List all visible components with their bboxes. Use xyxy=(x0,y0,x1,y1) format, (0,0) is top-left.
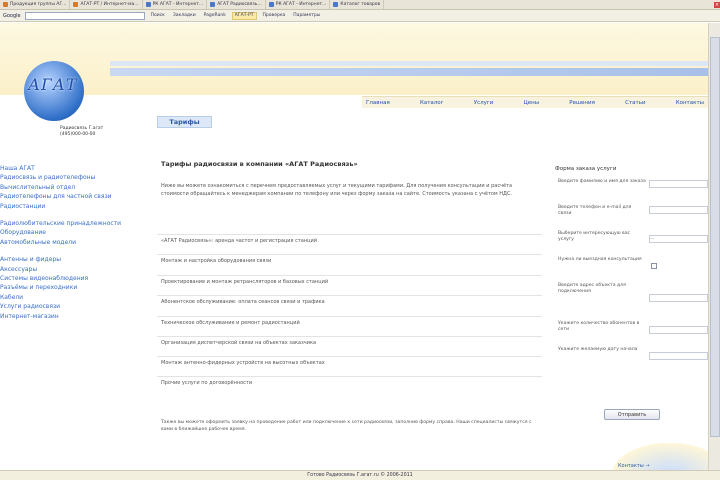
status-text: Готово Радиосвязь Г.агат.ru © 2006-2011 xyxy=(307,473,413,478)
service-row: «АГАТ Радиосвязь»: аренда частот и регис… xyxy=(157,234,542,247)
left-sidebar: Наша АГАТ Радиосвязь и радиотелефоны Выч… xyxy=(0,164,155,321)
name-field[interactable] xyxy=(649,180,708,188)
subscribers-field[interactable] xyxy=(649,326,708,334)
web-page: АГАТ Главная Каталог Услуги Цены Решения… xyxy=(0,23,708,475)
close-tab-icon[interactable]: × xyxy=(714,1,720,8)
site-favicon-icon xyxy=(73,2,79,7)
form-label: Укажите количество абонентов в сети xyxy=(558,321,640,333)
content-heading: Тарифы радиосвязи в компании «АГАТ Радио… xyxy=(161,160,358,168)
nav-link[interactable]: Услуги xyxy=(474,100,494,106)
browser-tab[interactable]: РК АГАТ - Интернет... xyxy=(143,0,208,9)
vertical-scrollbar[interactable] xyxy=(708,23,720,475)
service-row: Организация диспетчерской связи на объек… xyxy=(157,336,542,349)
tab-label: Каталог товаров xyxy=(340,2,381,7)
header-stripe xyxy=(110,68,708,76)
sidebar-link[interactable]: Наша АГАТ xyxy=(0,164,155,173)
contact-phone-block: Радиосвязь Г.агат (495)000-00-00 xyxy=(60,126,140,138)
header-stripe xyxy=(110,61,708,66)
service-row: Монтаж антенно-фидерных устройств на выс… xyxy=(157,356,542,369)
sidebar-link[interactable]: Антенны и фидеры xyxy=(0,255,155,264)
form-label: Введите телефон и e-mail для связи xyxy=(558,205,632,217)
order-form-title: Форма заказа услуги xyxy=(555,166,617,172)
browser-tab-strip: Продукция группы АГ... АГАТ-РТ / Интерне… xyxy=(0,0,720,10)
browser-tab[interactable]: РК АГАТ - Интернет... xyxy=(266,0,331,9)
footer-link[interactable]: Контакты → xyxy=(618,463,650,469)
nav-link[interactable]: Контакты xyxy=(676,100,704,106)
browser-tab[interactable]: Каталог товаров xyxy=(330,0,385,9)
toolbar-search-input[interactable] xyxy=(24,11,145,20)
sidebar-link[interactable]: Оборудование xyxy=(0,228,155,237)
service-row: Проектирование и монтаж ретрансляторов и… xyxy=(157,275,542,288)
tab-label: РК АГАТ - Интернет... xyxy=(275,2,327,7)
sidebar-link[interactable]: Вычислительный отдел xyxy=(0,183,155,192)
toolbar-check-button[interactable]: Проверка xyxy=(261,12,288,20)
site-favicon-icon xyxy=(333,2,339,7)
sidebar-link[interactable]: Кабели xyxy=(0,293,155,302)
toolbar-pagerank-button[interactable]: PageRank xyxy=(202,12,228,20)
intro-paragraph: Ниже вы можете ознакомиться с перечнем п… xyxy=(161,183,513,197)
google-toolbar-label: Google xyxy=(3,12,21,19)
form-label: Введите фамилию и имя для заказа xyxy=(558,179,646,184)
footer-note: Также вы можете оформить заявку на прове… xyxy=(161,420,532,432)
scrollbar-thumb[interactable] xyxy=(710,37,720,437)
form-label: Выберите интересующую вас услугу xyxy=(558,231,631,243)
nav-link[interactable]: Главная xyxy=(366,100,390,106)
submit-button[interactable]: Отправить xyxy=(604,409,660,420)
site-favicon-icon xyxy=(3,2,8,7)
form-label: Нужна ли выездная консультация xyxy=(558,257,642,262)
tab-label: РК АГАТ - Интернет... xyxy=(152,2,204,7)
site-favicon-icon xyxy=(210,2,216,7)
top-navigation: Главная Каталог Услуги Цены Решения Стат… xyxy=(362,96,708,108)
search-toolbar: Google Поиск Закладки PageRank АГАТ-РТ П… xyxy=(0,10,720,22)
sidebar-link[interactable]: Интернет-магазин xyxy=(0,312,155,321)
tab-label: Продукция группы АГ... xyxy=(10,2,67,7)
service-row: Техническое обслуживание и ремонт радиос… xyxy=(157,316,542,329)
sidebar-link[interactable]: Радиосвязь и радиотелефоны xyxy=(0,173,155,182)
site-favicon-icon xyxy=(268,2,274,7)
contact-field[interactable] xyxy=(649,206,708,214)
browser-tab[interactable]: АГАТ-РТ / Интернет-ма... xyxy=(70,0,143,9)
form-label: Введите адрес объекта для подключения xyxy=(558,283,626,295)
start-date-field[interactable] xyxy=(649,352,708,360)
page-title-badge: Тарифы xyxy=(157,116,212,128)
service-row: Абонентское обслуживание: оплата сеансов… xyxy=(157,295,542,308)
sidebar-link[interactable]: Аксессуары xyxy=(0,265,155,274)
nav-link[interactable]: Решения xyxy=(569,100,595,106)
toolbar-highlight-button[interactable]: АГАТ-РТ xyxy=(231,11,257,20)
nav-link[interactable]: Каталог xyxy=(420,100,444,106)
service-select[interactable]: ... xyxy=(649,235,708,243)
nav-link[interactable]: Статьи xyxy=(625,100,645,106)
site-favicon-icon xyxy=(145,2,151,7)
service-row: Прочие услуги по договорённости xyxy=(157,376,542,389)
toolbar-settings-button[interactable]: Параметры xyxy=(291,12,322,20)
browser-tab[interactable]: АГАТ Радиосвязь... xyxy=(207,0,266,9)
sidebar-link[interactable]: Радиотелефоны для частной связи xyxy=(0,192,155,201)
toolbar-bookmarks-button[interactable]: Закладки xyxy=(171,12,198,20)
tab-label: АГАТ Радиосвязь... xyxy=(217,2,262,7)
consultation-checkbox[interactable] xyxy=(651,263,657,269)
sidebar-link[interactable]: Радиолюбительские принадлежности xyxy=(0,219,155,228)
sidebar-link[interactable]: Системы видеонаблюдения xyxy=(0,274,155,283)
address-field[interactable] xyxy=(649,294,708,302)
sidebar-link[interactable]: Услуги радиосвязи xyxy=(0,302,155,311)
service-row: Монтаж и настройка оборудования связи xyxy=(157,254,542,267)
header-background xyxy=(0,23,708,95)
phone-line: (495)000-00-00 xyxy=(60,132,96,137)
sidebar-link[interactable]: Автомобильные модели xyxy=(0,238,155,247)
nav-link[interactable]: Цены xyxy=(524,100,540,106)
status-bar: Готово Радиосвязь Г.агат.ru © 2006-2011 xyxy=(0,470,720,480)
sidebar-link[interactable]: Радиостанции xyxy=(0,202,155,211)
tab-label: АГАТ-РТ / Интернет-ма... xyxy=(80,2,139,7)
browser-tab[interactable]: Продукция группы АГ... xyxy=(0,0,71,9)
toolbar-search-button[interactable]: Поиск xyxy=(149,12,167,20)
sidebar-link[interactable]: Разъёмы и переходники xyxy=(0,283,155,292)
form-label: Укажите желаемую дату начала xyxy=(558,347,638,352)
site-logo[interactable]: АГАТ xyxy=(28,75,78,94)
